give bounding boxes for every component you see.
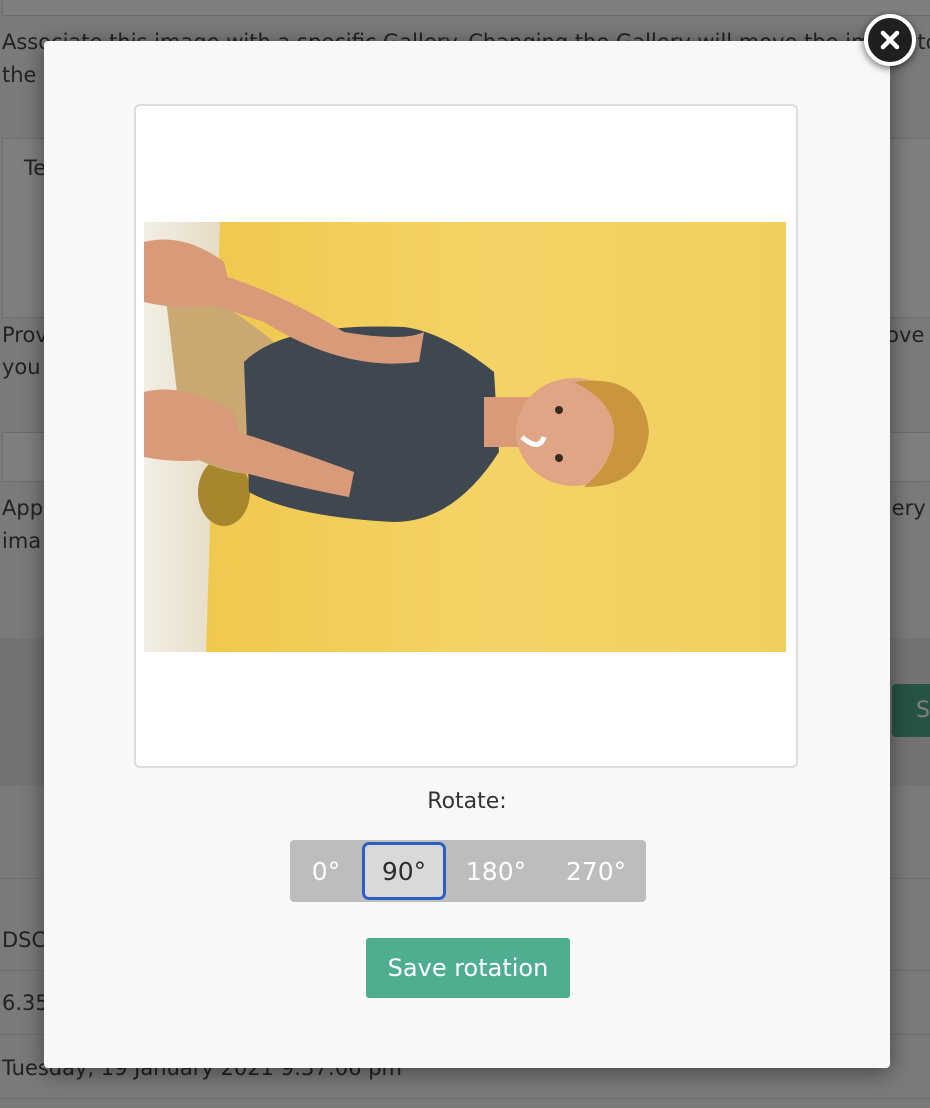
preview-image xyxy=(144,222,786,652)
save-rotation-button[interactable]: Save rotation xyxy=(366,938,570,998)
close-icon xyxy=(880,30,900,50)
rotation-option-270[interactable]: 270° xyxy=(546,840,646,902)
rotation-option-group: 0° 90° 180° 270° xyxy=(290,840,646,902)
rotate-label: Rotate: xyxy=(427,789,507,814)
rotation-option-90[interactable]: 90° xyxy=(362,842,446,900)
rotation-option-180[interactable]: 180° xyxy=(446,840,546,902)
image-preview-frame xyxy=(134,104,798,768)
rotate-image-modal: Rotate: 0° 90° 180° 270° Save rotation xyxy=(44,41,890,1068)
close-modal-button[interactable] xyxy=(864,14,916,66)
rotated-photo xyxy=(144,222,786,652)
rotation-option-0[interactable]: 0° xyxy=(290,840,362,902)
